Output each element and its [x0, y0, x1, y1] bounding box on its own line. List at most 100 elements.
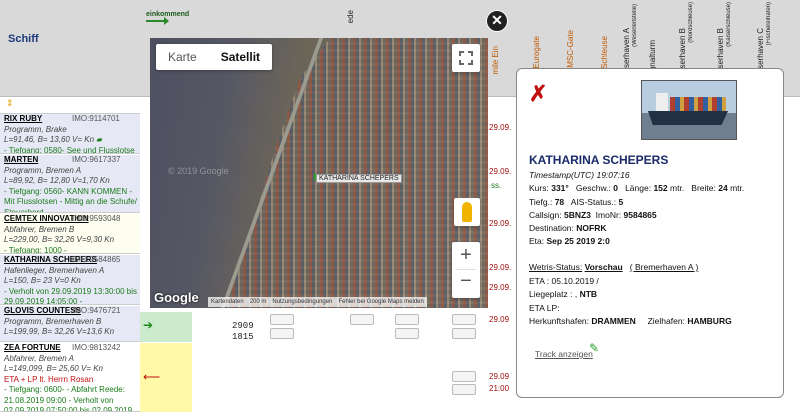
wetris-value: Vorschau — [584, 262, 623, 272]
date-cell: 29.09. — [489, 123, 512, 132]
zoom-out-button[interactable]: − — [452, 270, 480, 294]
terms-link[interactable]: Nutzungsbedingungen — [272, 297, 332, 307]
destination-port-value: HAMBURG — [687, 316, 732, 326]
imo-number: IMO:9617337 — [72, 155, 121, 164]
ship-info-panel: ✗ KATHARINA SCHEPERS Timestamp(UTC) 19:0… — [516, 68, 784, 398]
map-watermark: © 2019 Google — [168, 166, 229, 176]
eta-lp-line: ETA LP: — [529, 303, 560, 313]
table-row[interactable]: GLOVIS COUNTESS IMO:9476721 Programm, Br… — [0, 306, 140, 342]
table-row[interactable]: KATHARINA SCHEPERS IMO:9584865 Hafenlieg… — [0, 255, 140, 305]
table-row[interactable]: CEMTEX INNOVATION IMO:9593048 Abfahrer, … — [0, 214, 140, 254]
column-subheader: (Nordschleuse) — [688, 2, 694, 43]
status-cell: ss. — [491, 181, 502, 190]
input-box[interactable] — [452, 328, 476, 339]
close-map-button[interactable]: ✕ — [486, 10, 508, 32]
map-type-satellit-button[interactable]: Satellit — [209, 44, 272, 70]
destination-port-label: Zielhafen: — [647, 316, 685, 326]
timestamp-value: (UTC) 19:07:16 — [570, 170, 630, 180]
ship-containers — [670, 97, 726, 111]
eta-line: Eta: Sep 25 2019 2:0 — [529, 236, 610, 246]
wetris-label: Wetris-Status: — [529, 262, 583, 272]
date-cell: 29.09. — [489, 219, 512, 228]
ship-note: - Verholt von 29.09.2019 13:30:00 bis 29… — [4, 286, 137, 305]
street-view-button[interactable] — [454, 198, 480, 226]
draft-line: Tiefg.: 78 AIS-Status.: 5 — [529, 197, 623, 207]
column-header-msc-gate: MSC-Gate — [566, 30, 575, 68]
report-error-link[interactable]: Fehler bei Google Maps melden — [338, 297, 423, 307]
wetris-place: ( Bremerhaven A ) — [629, 262, 699, 272]
ship-photo — [641, 80, 737, 140]
eta-label: Eta: — [529, 236, 545, 246]
input-box[interactable] — [270, 314, 294, 325]
date-cell: 29.09. — [489, 263, 512, 272]
ship-name-link[interactable]: GLOVIS COUNTESS — [4, 306, 81, 315]
imo-label: ImoNr: — [595, 210, 622, 220]
map-popup[interactable]: © 2019 Google Karte Satellit + − KATHARI… — [150, 38, 488, 308]
fullscreen-button[interactable] — [452, 44, 480, 72]
ship-name-link[interactable]: ZEA FORTUNE — [4, 343, 61, 352]
eta2-label: ETA : — [529, 276, 550, 286]
imo-number: IMO:9813242 — [72, 343, 121, 352]
ship-status: Abfahrer, Bremen A — [4, 353, 74, 363]
callsign-label: Callsign: — [529, 210, 562, 220]
track-pen-icon[interactable]: ✎ — [589, 341, 599, 355]
map-type-karte-button[interactable]: Karte — [156, 44, 209, 70]
sort-icon[interactable]: ⇕ — [6, 98, 14, 109]
ship-name-link[interactable]: RIX RUBY — [4, 114, 42, 123]
column-header-eurogate: Eurogate — [532, 36, 541, 69]
width-value: 24 — [718, 183, 728, 193]
kurs-value: 331° — [551, 183, 569, 193]
input-box[interactable] — [350, 314, 374, 325]
draft-value: 78 — [554, 197, 565, 207]
input-box[interactable] — [452, 384, 476, 395]
column-subheader: (Fischereihafen) — [766, 2, 772, 46]
time-cell: 2909 1815 — [232, 321, 254, 343]
timestamp-line: Timestamp(UTC) 19:07:16 — [529, 170, 630, 180]
map-type-switch[interactable]: Karte Satellit — [156, 44, 273, 70]
ship-dimensions: L=229,00, B= 32,26 V=9,30 Kn — [4, 235, 115, 244]
ship-status: Programm, Brake — [4, 124, 67, 134]
speed-value: 0 — [613, 183, 618, 193]
input-box[interactable] — [452, 371, 476, 382]
course-line: Kurs: 331° Geschw.: 0 Länge: 152 mtr. Br… — [529, 183, 744, 193]
ship-note: - Tiefgang: 1000 - — [4, 245, 67, 254]
speed-label: Geschw.: — [575, 183, 611, 193]
input-box[interactable] — [270, 328, 294, 339]
date-cell: 21:00 — [489, 384, 510, 393]
column-header-schleuse: Schleuse — [600, 36, 609, 69]
table-row[interactable]: MARTEN IMO:9617337 Programm, Bremen A L=… — [0, 155, 140, 213]
incoming-arrow-icon — [146, 17, 169, 25]
table-row[interactable]: RIX RUBY IMO:9114701 Programm, Brake L=9… — [0, 114, 140, 154]
attribution-map-data[interactable]: Kartendaten — [211, 297, 244, 307]
eta2-value: 05.10.2019 / — [551, 276, 599, 286]
column-header-schiff[interactable]: Schiff — [8, 33, 39, 45]
ship-marker-label[interactable]: KATHARINA SCHEPERS — [316, 174, 402, 183]
input-box[interactable] — [395, 314, 419, 325]
input-box[interactable] — [452, 314, 476, 325]
folder-icon[interactable]: ▰ — [96, 135, 102, 144]
fullscreen-icon — [459, 51, 473, 65]
ship-dimensions: L=199,99, B= 32,26 V=13,6 Kn — [4, 327, 115, 336]
ship-dimensions: L=89,92, B= 12,80 V=1,70 Kn — [4, 176, 110, 185]
imo-number: IMO:9593048 — [72, 214, 121, 223]
outgoing-arrow-icon: ⟵ — [143, 370, 161, 384]
input-box[interactable] — [395, 328, 419, 339]
column-subheader: (Weserleitstelle) — [632, 4, 638, 47]
close-x-icon[interactable]: ✗ — [529, 81, 547, 107]
imo-number: IMO:9584865 — [72, 255, 121, 264]
ship-name-link[interactable]: MARTEN — [4, 155, 38, 164]
table-row[interactable]: ZEA FORTUNE IMO:9813242 Abfahrer, Bremen… — [0, 343, 140, 412]
ship-status: Hafenlieger, Bremerhaven A — [4, 265, 105, 275]
track-link[interactable]: Track anzeigen — [535, 349, 593, 359]
incoming-arrow-icon: ➔ — [143, 318, 154, 332]
timestamp-label: Timestamp — [529, 170, 571, 180]
zoom-in-button[interactable]: + — [452, 244, 480, 268]
map-attribution: Kartendaten 200 m Nutzungsbedingungen Fe… — [208, 297, 427, 307]
ais-value: 5 — [618, 197, 624, 207]
imo-value: 9584865 — [623, 210, 657, 220]
google-logo: Google — [154, 290, 199, 305]
column-header: ede — [346, 10, 355, 24]
zoom-control: + − — [452, 242, 480, 298]
ship-status: Programm, Bremerhaven B — [4, 316, 102, 326]
width-unit: mtr. — [730, 183, 745, 193]
